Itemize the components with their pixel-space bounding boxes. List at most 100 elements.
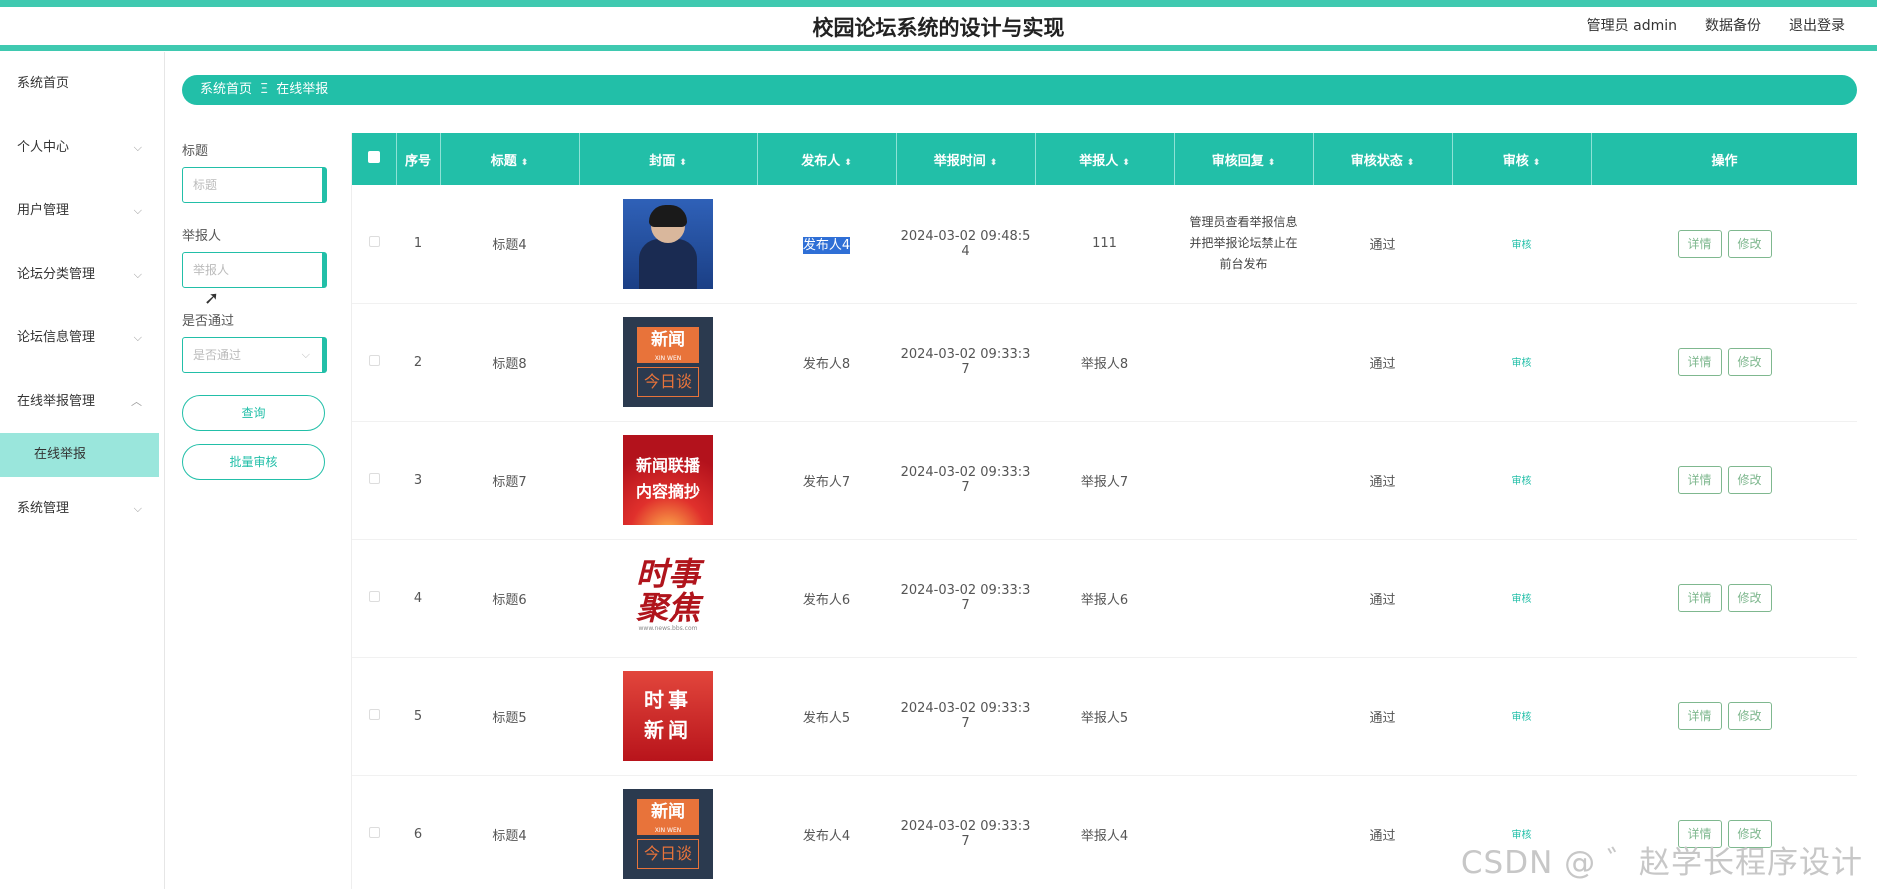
- row-checkbox[interactable]: [352, 185, 396, 304]
- admin-user-link[interactable]: 管理员 admin: [1587, 15, 1677, 35]
- publisher-text: 发布人5: [802, 710, 851, 726]
- cell-publisher: 发布人5: [757, 657, 896, 776]
- detail-button[interactable]: 详情: [1677, 702, 1722, 730]
- col-header-audit[interactable]: 审核 ⬍: [1452, 133, 1592, 185]
- sidebar-item-personal-center[interactable]: 个人中心 ⌵: [0, 116, 164, 180]
- sidebar-item-user-management[interactable]: 用户管理 ⌵: [0, 179, 164, 243]
- breadcrumb-home[interactable]: 系统首页: [200, 82, 252, 97]
- sidebar-item-report-management[interactable]: 在线举报管理 ︿: [0, 370, 164, 434]
- reporter-filter-label: 举报人: [182, 229, 222, 244]
- breadcrumb-current: 在线举报: [276, 82, 329, 97]
- cell-reporter: 举报人7: [1035, 421, 1174, 540]
- sidebar-item-home[interactable]: 系统首页: [0, 52, 164, 116]
- sort-icon[interactable]: ⬍: [1407, 158, 1415, 168]
- audit-link[interactable]: 审核: [1512, 358, 1532, 369]
- sidebar-item-label: 系统首页: [17, 76, 70, 91]
- passed-filter-label: 是否通过: [182, 314, 235, 329]
- header-bottom-stripe: [0, 45, 1877, 51]
- passed-select-placeholder: 是否通过: [193, 348, 242, 362]
- cover-text: 今日谈: [637, 367, 699, 397]
- query-button[interactable]: 查询: [182, 395, 325, 431]
- sort-icon[interactable]: ⬍: [679, 158, 687, 168]
- col-header-title[interactable]: 标题 ⬍: [440, 133, 580, 185]
- edit-button[interactable]: 修改: [1727, 702, 1772, 730]
- breadcrumb: 系统首页 Ξ 在线举报: [182, 75, 1857, 105]
- passed-select[interactable]: 是否通过 ⌵: [182, 337, 327, 373]
- csdn-watermark: CSDN @ ゛赵学长程序设计: [1460, 845, 1863, 881]
- batch-audit-button[interactable]: 批量审核: [182, 444, 325, 480]
- time-line-2: 7: [961, 716, 970, 731]
- col-header-reply[interactable]: 审核回复 ⬍: [1174, 133, 1314, 185]
- audit-link[interactable]: 审核: [1512, 594, 1532, 605]
- detail-button[interactable]: 详情: [1677, 584, 1722, 612]
- cell-reply: [1174, 303, 1313, 422]
- cell-report-time: 2024-03-02 09:33:3 7: [896, 421, 1035, 540]
- detail-button[interactable]: 详情: [1677, 229, 1722, 258]
- sort-icon[interactable]: ⬍: [521, 158, 529, 168]
- cell-report-time: 2024-03-02 09:48:5 4: [896, 185, 1035, 304]
- breadcrumb-separator-icon: Ξ: [260, 82, 269, 97]
- col-header-reply-label: 审核回复: [1211, 153, 1264, 169]
- header-actions: 管理员 admin 数据备份 退出登录: [1587, 15, 1845, 35]
- row-checkbox[interactable]: [352, 657, 396, 776]
- edit-button[interactable]: 修改: [1727, 348, 1772, 376]
- time-line-1: 2024-03-02 09:33:3: [900, 819, 1031, 834]
- table-row: 2 标题8 新闻 XIN WEN 今日谈 发布人8 2024-03-02 09:33:3 7 举…: [352, 303, 1857, 422]
- col-header-status[interactable]: 审核状态 ⬍: [1313, 133, 1453, 185]
- cell-index: 1: [396, 185, 440, 304]
- sort-icon[interactable]: ⬍: [1122, 158, 1130, 168]
- sort-icon[interactable]: ⬍: [1268, 158, 1276, 168]
- publisher-text: 发布人4: [802, 828, 851, 844]
- col-header-report-time[interactable]: 举报时间 ⬍: [896, 133, 1036, 185]
- cover-image: 时事 新闻: [623, 671, 713, 761]
- cell-reporter: 举报人8: [1035, 303, 1174, 422]
- cell-audit: 审核: [1452, 421, 1591, 540]
- publisher-text: 发布人6: [802, 592, 851, 608]
- top-header: 校园论坛系统的设计与实现 管理员 admin 数据备份 退出登录: [0, 0, 1877, 52]
- cover-image: 新闻 XIN WEN 今日谈: [623, 317, 713, 407]
- col-header-publisher[interactable]: 发布人 ⬍: [757, 133, 897, 185]
- sort-icon[interactable]: ⬍: [990, 158, 998, 168]
- audit-link[interactable]: 审核: [1512, 240, 1532, 251]
- cell-publisher: 发布人8: [757, 303, 896, 422]
- sidebar-item-forum-info[interactable]: 论坛信息管理 ⌵: [0, 306, 164, 370]
- row-checkbox[interactable]: [352, 303, 396, 422]
- sort-icon[interactable]: ⬍: [844, 158, 852, 168]
- table-header-row: 序号 标题 ⬍ 封面 ⬍ 发布人 ⬍ 举报时间 ⬍ 举报人 ⬍ 审核回复 ⬍ 审核状态 ⬍ 审…: [352, 133, 1857, 185]
- reporter-search-input[interactable]: 举报人: [182, 252, 327, 288]
- sort-icon[interactable]: ⬍: [1533, 158, 1541, 168]
- cover-text: 内容摘抄: [635, 482, 700, 501]
- cell-index: 6: [396, 775, 440, 889]
- cell-report-time: 2024-03-02 09:33:3 7: [896, 539, 1035, 658]
- cell-reply: [1174, 775, 1313, 889]
- cover-image: 新闻 XIN WEN 今日谈: [623, 789, 713, 879]
- detail-button[interactable]: 详情: [1677, 348, 1722, 376]
- chevron-down-icon: ⌵: [133, 502, 142, 515]
- edit-button[interactable]: 修改: [1727, 229, 1772, 258]
- select-all-checkbox[interactable]: [352, 133, 397, 185]
- title-filter-label: 标题: [182, 144, 209, 159]
- audit-link[interactable]: 审核: [1512, 476, 1532, 487]
- cover-text: XIN WEN: [654, 355, 682, 362]
- logout-link[interactable]: 退出登录: [1789, 15, 1845, 35]
- edit-button[interactable]: 修改: [1727, 466, 1772, 494]
- time-line-1: 2024-03-02 09:33:3: [900, 583, 1031, 598]
- data-backup-link[interactable]: 数据备份: [1705, 15, 1761, 35]
- cell-cover: 时事 新闻: [579, 657, 757, 776]
- row-checkbox[interactable]: [352, 539, 396, 658]
- time-line-1: 2024-03-02 09:33:3: [900, 701, 1031, 716]
- title-search-input[interactable]: 标题: [182, 167, 327, 203]
- col-header-reporter[interactable]: 举报人 ⬍: [1035, 133, 1175, 185]
- row-checkbox[interactable]: [352, 775, 396, 889]
- sidebar-item-system-management[interactable]: 系统管理 ⌵: [0, 477, 164, 541]
- edit-button[interactable]: 修改: [1727, 584, 1772, 612]
- sidebar-item-forum-category[interactable]: 论坛分类管理 ⌵: [0, 243, 164, 307]
- cover-text: XIN WEN: [654, 827, 682, 834]
- row-checkbox[interactable]: [352, 421, 396, 540]
- chevron-down-icon: ⌵: [133, 331, 142, 344]
- cover-text: 聚焦: [635, 589, 700, 627]
- sidebar-subitem-online-report[interactable]: 在线举报: [0, 433, 159, 477]
- col-header-cover[interactable]: 封面 ⬍: [579, 133, 758, 185]
- audit-link[interactable]: 审核: [1512, 712, 1532, 723]
- detail-button[interactable]: 详情: [1677, 466, 1722, 494]
